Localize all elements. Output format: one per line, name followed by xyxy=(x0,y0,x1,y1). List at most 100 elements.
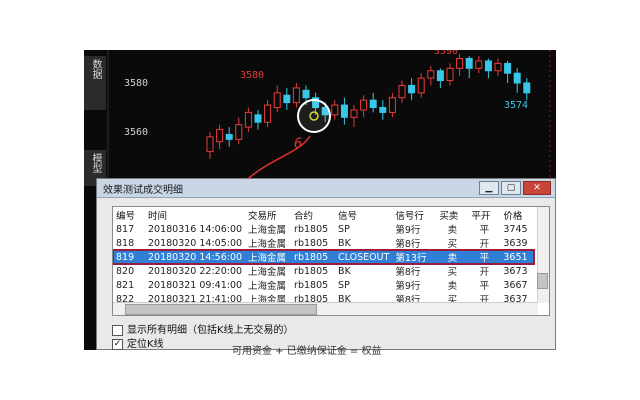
candle-body[interactable] xyxy=(523,82,531,94)
vertical-scrollbar[interactable] xyxy=(537,207,549,303)
trade-table: 编号 时间 交易所 合约 信号 信号行 买卖 平开 价格 817 20180316… xyxy=(113,207,536,306)
table-row[interactable]: 819 20180320 14:56:00 上海金属 rb1805 CLOSEOUT 第1… xyxy=(113,249,536,265)
col-header-price[interactable]: 价格 xyxy=(500,207,535,222)
cell-id: 821 xyxy=(116,279,135,291)
price-level-3580: 3580 xyxy=(124,78,149,89)
cell-open-close: 平 xyxy=(479,225,490,236)
cell-contract: rb1805 xyxy=(291,250,336,264)
table-row[interactable]: 818 20180320 14:05:00 上海金属 rb1805 BK 第8行 买 开 363… xyxy=(113,236,534,251)
vertical-scroll-thumb[interactable] xyxy=(537,273,548,289)
candle-body[interactable] xyxy=(436,70,444,82)
dialog-title: 效果测试成交明细 xyxy=(103,185,183,196)
candle-body[interactable] xyxy=(225,133,233,140)
candle-body[interactable] xyxy=(494,62,502,72)
cell-contract: rb1805 xyxy=(294,279,329,291)
candle-body[interactable] xyxy=(273,92,281,108)
col-header-signal[interactable]: 信号 xyxy=(335,207,393,222)
cell-signal: BK xyxy=(338,265,351,277)
cell-open-close: 平 xyxy=(479,281,490,292)
locate-kline-checkbox[interactable]: ✓ 定位K线 xyxy=(112,335,164,350)
cell-side: 卖 xyxy=(436,250,469,264)
candle-body[interactable] xyxy=(369,99,377,109)
cell-side: 买 xyxy=(447,239,458,250)
dialog-titlebar[interactable]: 效果测试成交明细 ▁ ▢ ✕ xyxy=(97,179,555,198)
candle-body[interactable] xyxy=(206,136,214,153)
cell-price: 3667 xyxy=(503,279,528,291)
cell-signal-line: 第9行 xyxy=(395,225,421,236)
cell-open-close: 平 xyxy=(468,250,501,264)
col-header-exchange[interactable]: 交易所 xyxy=(245,207,292,222)
cell-exchange: 上海金属 xyxy=(248,225,287,236)
cell-signal: SP xyxy=(338,223,350,235)
cell-time: 20180320 22:20:00 xyxy=(148,265,243,277)
col-header-signal-line[interactable]: 信号行 xyxy=(392,207,437,222)
candle-body[interactable] xyxy=(264,104,272,123)
horizontal-scrollbar[interactable] xyxy=(113,302,538,315)
locate-kline-checkbox-box[interactable]: ✓ xyxy=(112,338,123,350)
candle-body[interactable] xyxy=(465,58,473,69)
table-row[interactable]: 821 20180321 09:41:00 上海金属 rb1805 SP 第9行 卖 平 366… xyxy=(113,278,534,293)
low-annotation: 3574 xyxy=(504,100,529,111)
candle-body[interactable] xyxy=(216,129,224,143)
candle-body[interactable] xyxy=(254,114,262,123)
cell-id: 819 xyxy=(113,250,145,264)
horizontal-scroll-thumb[interactable] xyxy=(125,304,317,315)
candle-body[interactable] xyxy=(350,109,358,118)
candle-body[interactable] xyxy=(244,111,252,128)
candle-body[interactable] xyxy=(504,62,512,74)
show-all-checkbox[interactable]: 显示所有明细（包括K线上无交易的） xyxy=(112,321,294,336)
candle-body[interactable] xyxy=(388,97,396,113)
candle-body[interactable] xyxy=(340,104,348,118)
candle-body[interactable] xyxy=(513,72,521,84)
cell-signal-line: 第8行 xyxy=(395,239,421,250)
cell-time: 20180320 14:56:00 xyxy=(145,250,246,264)
candle-body[interactable] xyxy=(417,77,425,94)
candle-body[interactable] xyxy=(331,104,339,116)
candle-body[interactable] xyxy=(379,107,387,113)
candle-body[interactable] xyxy=(456,58,464,69)
candle-body[interactable] xyxy=(398,84,406,99)
cell-open-close: 开 xyxy=(479,267,490,278)
price-level-3560: 3560 xyxy=(124,127,149,138)
candle-body[interactable] xyxy=(360,99,368,111)
candle-body[interactable] xyxy=(427,70,435,79)
table-row[interactable]: 817 20180316 14:06:00 上海金属 rb1805 SP 第9行 卖 平 374… xyxy=(113,222,534,237)
cell-side: 卖 xyxy=(447,225,458,236)
candle-body[interactable] xyxy=(408,84,416,94)
cell-id: 818 xyxy=(116,237,135,249)
cell-exchange: 上海金属 xyxy=(248,267,287,278)
col-header-open-close[interactable]: 平开 xyxy=(468,207,501,222)
candle-body[interactable] xyxy=(235,124,243,140)
table-row[interactable]: 820 20180320 22:20:00 上海金属 rb1805 BK 第8行 买 开 367… xyxy=(113,264,534,279)
minimize-button[interactable]: ▁ xyxy=(479,181,499,195)
cell-price: 3745 xyxy=(503,223,528,235)
cell-price: 3673 xyxy=(503,265,528,277)
cell-side: 买 xyxy=(447,267,458,278)
col-header-id[interactable]: 编号 xyxy=(113,207,145,222)
cell-signal-line: 第9行 xyxy=(395,281,421,292)
candle-body[interactable] xyxy=(292,87,300,104)
candle-body[interactable] xyxy=(302,89,310,99)
cell-contract: rb1805 xyxy=(294,265,329,277)
close-button[interactable]: ✕ xyxy=(523,181,551,195)
cell-price: 3639 xyxy=(503,237,528,249)
marker-label: 6 xyxy=(294,136,303,152)
candle-body[interactable] xyxy=(484,60,492,72)
col-header-contract[interactable]: 合约 xyxy=(291,207,336,222)
col-header-side[interactable]: 买卖 xyxy=(436,207,469,222)
maximize-button[interactable]: ▢ xyxy=(501,181,521,195)
candle-body[interactable] xyxy=(283,94,291,104)
cell-open-close: 开 xyxy=(479,239,490,250)
candle-body[interactable] xyxy=(446,67,454,82)
trade-table-container: 编号 时间 交易所 合约 信号 信号行 买卖 平开 价格 817 20180316… xyxy=(112,206,550,316)
col-header-time[interactable]: 时间 xyxy=(145,207,246,222)
trade-marker-ring[interactable] xyxy=(297,99,331,133)
show-all-checkbox-box[interactable] xyxy=(112,324,123,336)
cell-exchange: 上海金属 xyxy=(248,239,287,250)
table-header-row: 编号 时间 交易所 合约 信号 信号行 买卖 平开 价格 xyxy=(113,207,535,222)
candle-body[interactable] xyxy=(475,60,483,69)
cell-id: 817 xyxy=(116,223,135,235)
cell-signal-line: 第13行 xyxy=(392,250,437,264)
cell-time: 20180321 09:41:00 xyxy=(148,279,243,291)
cell-signal-line: 第8行 xyxy=(395,267,421,278)
